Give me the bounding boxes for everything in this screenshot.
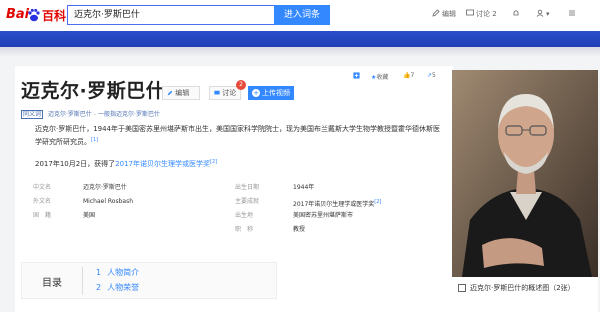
bell-icon: [513, 10, 519, 16]
info-value-birthplace[interactable]: 美国密苏里州堪萨斯市: [293, 210, 353, 222]
like-count: 7: [410, 72, 415, 79]
table-of-contents: 目录 1 人物简介 2 人物荣誉: [21, 262, 277, 299]
portrait-image: [452, 70, 598, 277]
info-key-birth-date: 出生日期: [235, 184, 260, 191]
search-input[interactable]: 迈克尔·罗斯巴什: [67, 5, 274, 25]
intro-reference[interactable]: [1]: [91, 137, 98, 143]
info-key-title: 职 称: [235, 226, 254, 233]
entry-card: 迈克尔·罗斯巴什 编辑 讨论 2 + 上传视频 同义词 迈克尔·罗斯巴什 - 一般指迈…: [15, 66, 453, 312]
album-icon: [458, 284, 466, 292]
edit-button-label: 编辑: [175, 89, 190, 97]
top-menu-link[interactable]: [568, 9, 578, 18]
info-value-nationality[interactable]: 美国: [83, 210, 95, 222]
paw-icon: [28, 8, 40, 22]
info-key-achievement: 主要成就: [235, 198, 260, 205]
portrait-photo[interactable]: [452, 70, 598, 277]
share-count: 5: [432, 72, 436, 79]
enter-entry-button[interactable]: 进入词条: [274, 5, 330, 25]
logo-text-baike: 百科: [42, 9, 67, 23]
info-key-birthplace: 出生地: [235, 212, 254, 219]
edit-button[interactable]: 编辑: [162, 86, 200, 100]
collect-label: 收藏: [376, 74, 389, 81]
synonym-breadcrumb: 同义词 迈克尔·罗斯巴什 - 一般指迈克尔·罗斯巴什: [21, 110, 160, 119]
breadcrumb-link-2[interactable]: 一般指迈克尔·罗斯巴什: [98, 111, 160, 118]
plus-icon: +: [252, 89, 260, 97]
award-reference[interactable]: [2]: [210, 159, 217, 165]
chevron-down-icon: ▾: [546, 10, 550, 18]
intro-paragraph: 迈克尔·罗斯巴什，1944年于美国密苏里州堪萨斯市出生，美国国家科学院院士，现为…: [35, 124, 445, 148]
collect-button[interactable]: ★收藏: [371, 72, 388, 81]
award-text: 2017年10月2日，获得了: [35, 160, 116, 168]
top-edit-link[interactable]: 编辑: [432, 9, 456, 19]
top-user-menu[interactable]: ▾: [536, 9, 550, 18]
upload-video-label: 上传视频: [262, 89, 290, 97]
share-button[interactable]: ↗5: [427, 72, 436, 79]
discuss-count-badge: 2: [236, 80, 246, 90]
logo-text-bai: Bai: [6, 7, 30, 22]
pencil-icon: [167, 90, 173, 96]
top-messages-label: 讨论 2: [476, 10, 497, 18]
award-paragraph: 2017年10月2日，获得了2017年诺贝尔生理学或医学奖[2]: [35, 159, 217, 169]
add-icon-button[interactable]: [353, 72, 361, 80]
top-edit-label: 编辑: [442, 10, 456, 18]
info-key-nationality: 国 籍: [33, 212, 52, 219]
user-icon: [536, 9, 544, 17]
info-value-birth-date: 1944年: [293, 184, 315, 191]
like-button[interactable]: 👍7: [403, 72, 414, 79]
pencil-icon: [432, 9, 440, 17]
discuss-button-label: 讨论: [222, 89, 237, 97]
menu-icon: [569, 10, 575, 16]
page-title: 迈克尔·罗斯巴什: [21, 80, 166, 102]
top-bell-link[interactable]: [512, 9, 522, 18]
message-icon: [466, 9, 474, 16]
discuss-icon: [214, 90, 220, 95]
top-navigation-bar: Bai 百科 迈克尔·罗斯巴什 进入词条 编辑 讨论 2 ▾: [0, 0, 600, 31]
add-icon: [353, 72, 360, 79]
band-shadow: [0, 47, 600, 57]
photo-caption[interactable]: 迈克尔·罗斯巴什的概述图（2张）: [452, 277, 598, 312]
info-value-chinese-name: 迈克尔·罗斯巴什: [83, 184, 127, 191]
toc-divider: [82, 267, 83, 295]
info-value-title: 教授: [293, 226, 306, 233]
info-key-chinese-name: 中文名: [33, 184, 52, 191]
toc-item-honors[interactable]: 2 人物荣誉: [96, 282, 139, 293]
nobel-prize-link[interactable]: 2017年诺贝尔生理学或医学奖: [115, 160, 210, 168]
synonym-tag[interactable]: 同义词: [21, 110, 44, 119]
info-value-achievement[interactable]: 2017年诺贝尔生理学或医学奖[2]: [293, 196, 381, 208]
upload-video-button[interactable]: + 上传视频: [248, 86, 294, 100]
info-box: 中文名 迈克尔·罗斯巴什 外文名 Michael Rosbash 国 籍 美国 …: [21, 182, 451, 233]
top-messages-link[interactable]: 讨论 2: [466, 9, 497, 19]
breadcrumb-link-1[interactable]: 迈克尔·罗斯巴什: [48, 111, 92, 118]
toc-item-profile[interactable]: 1 人物简介: [96, 267, 139, 278]
toc-title: 目录: [42, 278, 62, 289]
info-value-foreign-name: Michael Rosbash: [83, 198, 133, 205]
baidu-baike-logo[interactable]: Bai 百科: [6, 6, 66, 26]
photo-caption-text: 迈克尔·罗斯巴什的概述图（2张）: [470, 284, 575, 292]
info-key-foreign-name: 外文名: [33, 198, 52, 205]
blue-header-band: [0, 31, 600, 47]
